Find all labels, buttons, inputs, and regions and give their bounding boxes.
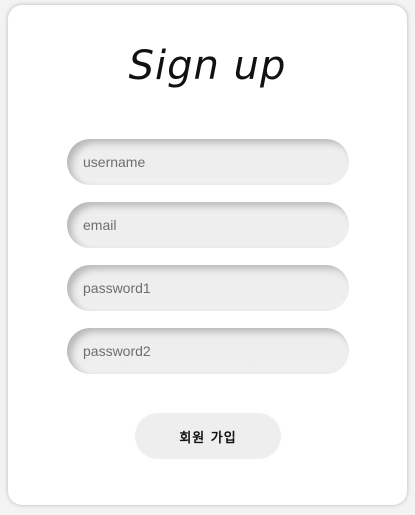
password2-input[interactable] [67, 328, 349, 374]
username-input[interactable] [67, 139, 349, 185]
signup-card: Sign up 회원 가입 [8, 5, 407, 505]
page-title: Sign up [128, 43, 287, 89]
password1-input[interactable] [67, 265, 349, 311]
email-input[interactable] [67, 202, 349, 248]
signup-button[interactable]: 회원 가입 [135, 413, 281, 459]
